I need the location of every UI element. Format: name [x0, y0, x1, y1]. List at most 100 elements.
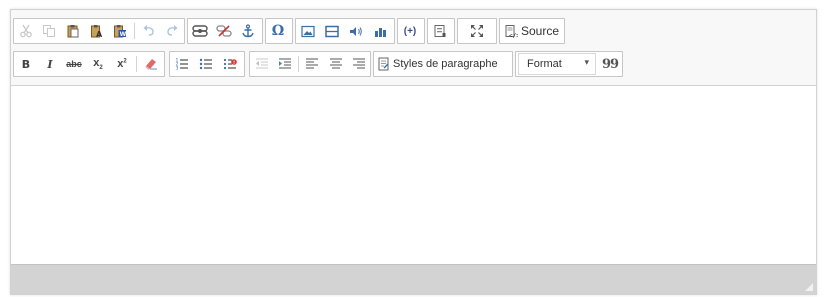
paragraph-styles-group: Styles de paragraphe: [373, 51, 513, 77]
showblocks-group: [427, 18, 455, 44]
paragraph-styles-icon: [378, 57, 389, 71]
link-group: [187, 18, 263, 44]
superscript-icon: x2: [117, 58, 126, 70]
cut-button[interactable]: [14, 19, 38, 43]
format-group: Format ▾ 99: [515, 51, 623, 77]
indent-align-group: [249, 51, 371, 77]
paste-icon: [67, 25, 79, 38]
bulleted-list-button[interactable]: [194, 52, 218, 76]
paste-word-button[interactable]: W: [108, 19, 132, 43]
svg-text:3: 3: [176, 66, 179, 72]
link-icon: [192, 25, 208, 37]
numbered-list-button[interactable]: 123: [170, 52, 194, 76]
remove-format-button[interactable]: [139, 52, 163, 76]
paste-text-icon: A: [90, 25, 103, 38]
resize-handle-icon[interactable]: [805, 283, 813, 291]
strike-button[interactable]: abc: [62, 52, 86, 76]
copy-button[interactable]: [38, 19, 62, 43]
table-button[interactable]: [320, 19, 344, 43]
align-left-button[interactable]: [301, 52, 324, 76]
svg-text:!: !: [233, 60, 235, 66]
list-style-icon: !: [223, 58, 237, 70]
eraser-icon: [145, 59, 157, 70]
toolbar-separator: [298, 56, 299, 72]
paste-button[interactable]: [61, 19, 85, 43]
image-button[interactable]: [296, 19, 320, 43]
maximize-icon: [471, 25, 483, 37]
table-icon: [325, 25, 339, 37]
numbered-list-icon: 123: [176, 58, 188, 72]
media-group: [295, 18, 395, 44]
basic-styles-group: B I abc x2 x2: [13, 51, 165, 77]
anchor-button[interactable]: [236, 19, 260, 43]
source-group: </> Source: [499, 18, 565, 44]
placeholder-group: (+): [397, 18, 425, 44]
align-left-icon: [306, 58, 319, 69]
toolbar-separator: [133, 23, 135, 39]
list-group: 123 !: [169, 51, 245, 77]
maximize-group: [457, 18, 497, 44]
format-select[interactable]: Format ▾: [518, 53, 596, 75]
align-center-button[interactable]: [324, 52, 347, 76]
italic-icon: I: [47, 57, 53, 71]
unlink-button[interactable]: [212, 19, 236, 43]
clipboard-group: A W: [13, 18, 185, 44]
strikethrough-icon: abc: [66, 59, 82, 69]
undo-icon: [143, 25, 154, 36]
indent-icon: [278, 58, 291, 69]
align-center-icon: [329, 58, 342, 69]
speaker-icon: [350, 26, 362, 36]
link-button[interactable]: [188, 19, 212, 43]
outdent-button[interactable]: [250, 52, 273, 76]
align-right-button[interactable]: [347, 52, 370, 76]
maximize-button[interactable]: [458, 19, 496, 43]
blockquote-button[interactable]: 99: [598, 52, 622, 76]
media-button[interactable]: [368, 19, 392, 43]
superscript-button[interactable]: x2: [110, 52, 134, 76]
svg-text:</>: </>: [509, 33, 518, 39]
redo-button[interactable]: [160, 19, 184, 43]
cut-icon: [19, 24, 32, 38]
align-right-icon: [352, 58, 365, 69]
list-style-button[interactable]: !: [218, 52, 242, 76]
bold-button[interactable]: B: [14, 52, 38, 76]
media-icon: [375, 27, 386, 37]
subscript-icon: x2: [93, 57, 102, 71]
paste-text-button[interactable]: A: [85, 19, 109, 43]
omega-icon: Ω: [271, 23, 285, 39]
paste-word-icon: W: [114, 25, 127, 38]
anchor-icon: [242, 24, 254, 38]
paragraph-styles-label: Styles de paragraphe: [393, 58, 498, 70]
blockquote-icon: 99: [601, 56, 619, 72]
editor-status-bar: [11, 264, 816, 294]
unlink-icon: [216, 25, 232, 37]
superscript-mark: 2: [123, 58, 127, 65]
toolbar-separator: [136, 56, 137, 72]
audio-button[interactable]: [344, 19, 368, 43]
copy-icon: [43, 25, 56, 37]
placeholder-button[interactable]: (+): [398, 19, 422, 43]
redo-icon: [167, 25, 178, 36]
special-char-group: Ω: [265, 18, 293, 44]
subscript-button[interactable]: x2: [86, 52, 110, 76]
placeholder-icon: (+): [403, 25, 417, 37]
italic-button[interactable]: I: [38, 52, 62, 76]
svg-text:A: A: [96, 30, 103, 38]
undo-button[interactable]: [137, 19, 161, 43]
svg-text:W: W: [120, 31, 127, 38]
show-blocks-button[interactable]: [428, 19, 452, 43]
bold-icon: B: [21, 57, 31, 71]
editor-content-area[interactable]: [11, 87, 816, 265]
chevron-down-icon: ▾: [584, 57, 589, 67]
rich-text-editor: A W Ω (+) </ Source B I abc x2 x2 1 2 3 …: [10, 9, 817, 295]
image-icon: [301, 25, 315, 37]
indent-button[interactable]: [273, 52, 296, 76]
subscript-mark: 2: [99, 65, 103, 72]
source-button[interactable]: </> Source: [500, 19, 564, 43]
source-icon: </>: [505, 25, 518, 39]
bulleted-list-icon: [199, 58, 212, 70]
editor-toolbar: A W Ω (+) </ Source B I abc x2 x2 1 2 3 …: [11, 10, 816, 86]
source-label: Source: [521, 24, 560, 38]
paragraph-styles-button[interactable]: Styles de paragraphe: [374, 52, 512, 76]
special-char-button[interactable]: Ω: [266, 19, 290, 43]
